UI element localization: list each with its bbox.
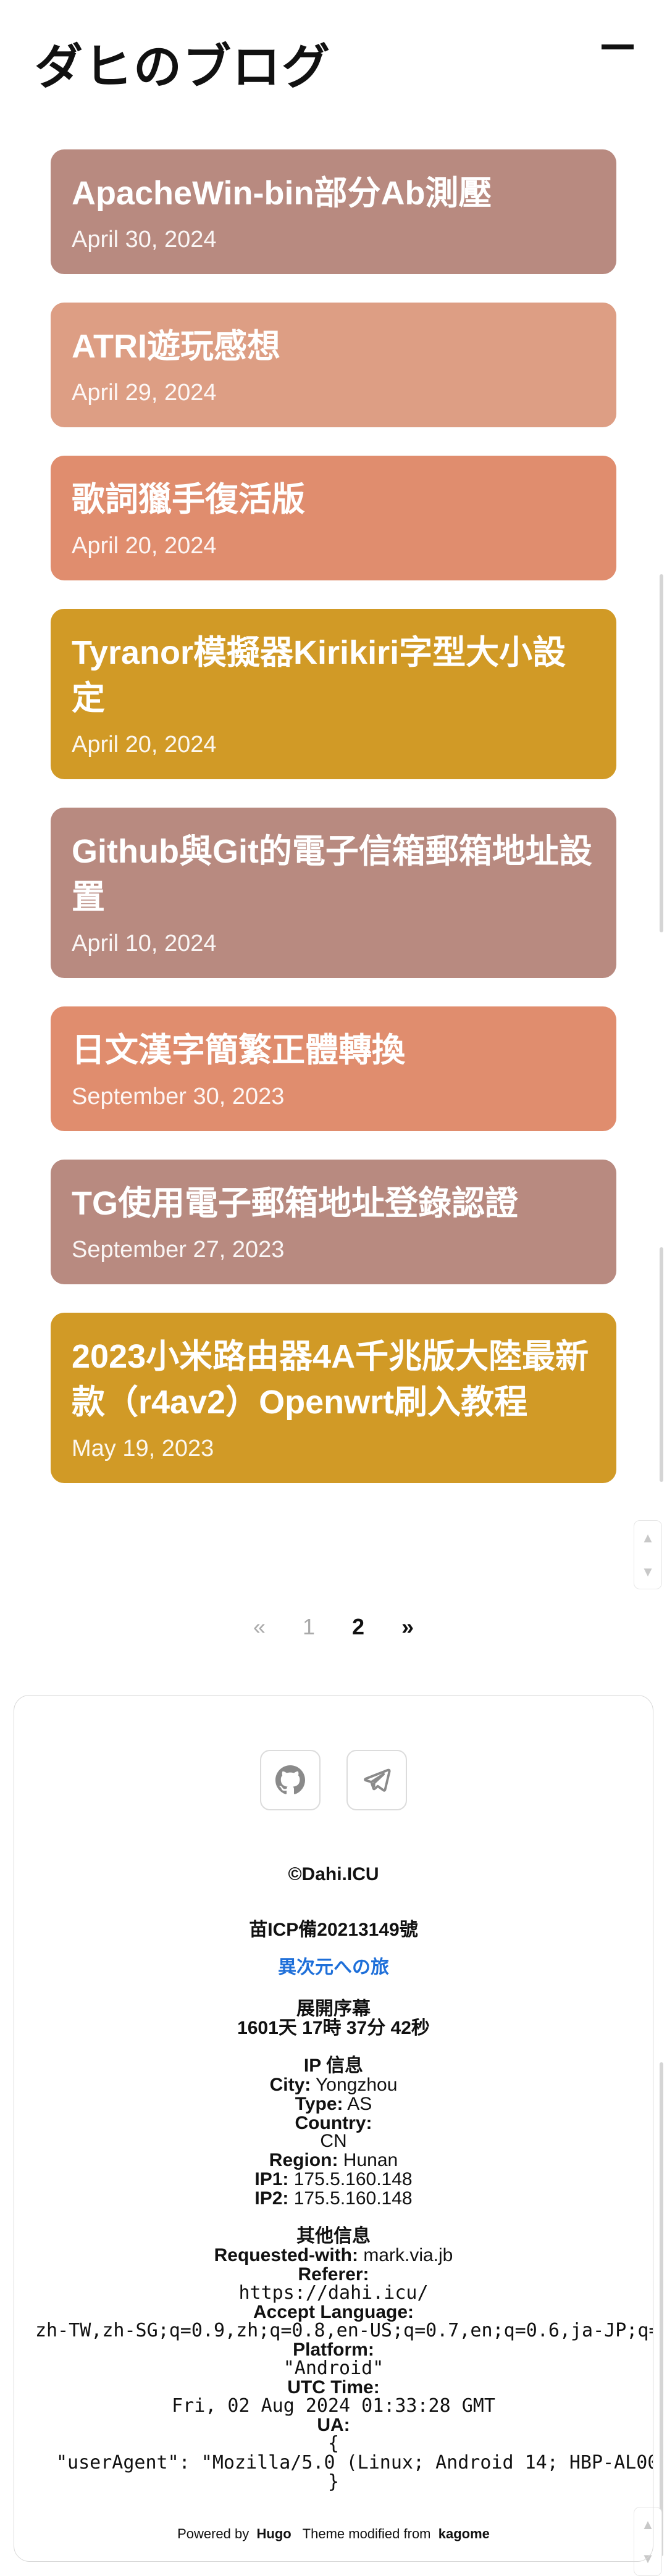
ip-heading: IP 信息 <box>303 2055 364 2076</box>
platform-value: "Android" <box>283 2357 384 2379</box>
scroll-widget[interactable]: ▲ ▼ <box>634 1520 662 1589</box>
post-title[interactable]: 2023小米路由器4A千兆版大陸最新款（r4av2）Openwrt刷入教程 <box>72 1334 595 1425</box>
post-title[interactable]: 歌詞獵手復活版 <box>72 477 595 522</box>
ip1-value: 175.5.160.148 <box>293 2169 413 2189</box>
pagination-page-1[interactable]: 1 <box>303 1614 315 1640</box>
powered-by: Powered by Hugo Theme modified from kago… <box>14 2524 653 2543</box>
post-date: September 27, 2023 <box>72 1237 285 1263</box>
hugo-link[interactable]: Hugo <box>257 2526 292 2541</box>
post-card[interactable]: Tyranor模擬器Kirikiri字型大小設定 April 20, 2024 <box>51 609 616 779</box>
post-date: April 29, 2024 <box>72 380 217 406</box>
ip2-value: 175.5.160.148 <box>293 2188 413 2209</box>
post-date: September 30, 2023 <box>72 1084 285 1110</box>
telegram-link[interactable] <box>346 1750 407 1810</box>
post-card[interactable]: 日文漢字簡繁正體轉換 September 30, 2023 <box>51 1006 616 1131</box>
post-list: ApacheWin-bin部分Ab測壓 April 30, 2024 ATRI遊玩感… <box>51 149 616 1512</box>
post-card[interactable]: 2023小米路由器4A千兆版大陸最新款（r4av2）Openwrt刷入教程 May… <box>51 1313 616 1483</box>
city-label: City: <box>269 2075 311 2095</box>
pagination: « 1 2 » <box>0 1614 667 1640</box>
pagination-next[interactable]: » <box>401 1614 414 1640</box>
utc-value: Fri, 02 Aug 2024 01:33:28 GMT <box>172 2395 495 2417</box>
telegram-icon <box>364 1768 391 1792</box>
requested-label: Requested-with: <box>214 2245 358 2265</box>
type-value: AS <box>347 2094 372 2114</box>
footer-link[interactable]: 異次元への旅 <box>14 1958 653 1977</box>
requested-value: mark.via.jb <box>363 2245 453 2265</box>
post-card[interactable]: 歌詞獵手復活版 April 20, 2024 <box>51 456 616 580</box>
post-title[interactable]: Tyranor模擬器Kirikiri字型大小設定 <box>72 630 595 721</box>
city-row: City: Yongzhou <box>14 2075 653 2094</box>
referer-value: https://dahi.icu/ <box>238 2282 429 2304</box>
ua-close-brace: } <box>327 2471 340 2493</box>
post-title[interactable]: ApacheWin-bin部分Ab測壓 <box>72 170 595 216</box>
runtime-value: 1601天 17時 37分 42秒 <box>237 2018 430 2038</box>
copyright: ©Dahi.ICU <box>288 1864 379 1884</box>
post-date: April 30, 2024 <box>72 227 217 253</box>
post-title[interactable]: ATRI遊玩感想 <box>72 324 595 369</box>
ua-label: UA: <box>317 2415 350 2435</box>
pagination-page-2[interactable]: 2 <box>352 1614 364 1640</box>
ua-open-brace: { <box>327 2433 340 2454</box>
scrollbar-thumb[interactable] <box>660 574 663 932</box>
post-title[interactable]: Github與Git的電子信箱郵箱地址設置 <box>72 829 595 920</box>
platform-label: Platform: <box>293 2340 374 2360</box>
post-card[interactable]: Github與Git的電子信箱郵箱地址設置 April 10, 2024 <box>51 808 616 978</box>
region-row: Region: Hunan <box>14 2151 653 2170</box>
pagination-prev[interactable]: « <box>253 1614 266 1640</box>
scrollbar-thumb-lower[interactable] <box>660 1247 663 1482</box>
ip1-label: IP1: <box>254 2169 289 2189</box>
post-date: April 20, 2024 <box>72 732 217 758</box>
referer-label: Referer: <box>298 2264 369 2285</box>
github-link[interactable] <box>260 1750 321 1810</box>
runtime-label: 展開序幕 <box>296 1999 371 2019</box>
post-card[interactable]: ATRI遊玩感想 April 29, 2024 <box>51 303 616 427</box>
powered-prefix: Powered by <box>177 2526 250 2541</box>
type-label: Type: <box>295 2094 343 2114</box>
post-title[interactable]: TG使用電子郵箱地址登錄認證 <box>72 1181 595 1226</box>
country-value: CN <box>320 2131 347 2151</box>
ua-value: "userAgent": "Mozilla/5.0 (Linux; Androi… <box>56 2452 653 2474</box>
other-heading: 其他信息 <box>296 2226 371 2246</box>
theme-text: Theme modified from <box>302 2526 431 2541</box>
accept-label: Accept Language: <box>253 2302 414 2322</box>
scrollbar-thumb-footer[interactable] <box>660 2062 663 2556</box>
post-date: April 20, 2024 <box>72 533 217 559</box>
post-card[interactable]: TG使用電子郵箱地址登錄認證 September 27, 2023 <box>51 1160 616 1284</box>
site-title[interactable]: ダヒのブログ <box>35 28 331 98</box>
city-value: Yongzhou <box>316 2075 398 2095</box>
type-row: Type: AS <box>14 2094 653 2114</box>
scroll-down-icon[interactable]: ▼ <box>641 1564 655 1580</box>
kagome-link[interactable]: kagome <box>438 2526 490 2541</box>
requested-row: Requested-with: mark.via.jb <box>14 2246 653 2265</box>
region-label: Region: <box>269 2150 338 2170</box>
social-links <box>14 1750 653 1810</box>
post-title[interactable]: 日文漢字簡繁正體轉換 <box>72 1027 595 1073</box>
site-footer: ©Dahi.ICU 苗ICP備20213149號 異次元への旅 展開序幕 160… <box>14 1695 653 2562</box>
scroll-up-icon[interactable]: ▲ <box>641 1530 655 1546</box>
ip2-label: IP2: <box>254 2188 289 2209</box>
ip1-row: IP1: 175.5.160.148 <box>14 2170 653 2189</box>
post-date: April 10, 2024 <box>72 930 217 956</box>
icp-record[interactable]: 苗ICP備20213149號 <box>14 1920 653 1939</box>
country-label: Country: <box>295 2113 372 2133</box>
site-header: ダヒのブログ <box>0 0 667 123</box>
hamburger-menu-icon[interactable] <box>602 44 634 49</box>
region-value: Hunan <box>343 2150 398 2170</box>
post-date: May 19, 2023 <box>72 1436 214 1462</box>
github-icon <box>275 1765 305 1794</box>
utc-label: UTC Time: <box>287 2377 380 2398</box>
accept-value: zh-TW,zh-SG;q=0.9,zh;q=0.8,en-US;q=0.7,e… <box>35 2320 653 2341</box>
ip2-row: IP2: 175.5.160.148 <box>14 2189 653 2208</box>
post-card[interactable]: ApacheWin-bin部分Ab測壓 April 30, 2024 <box>51 149 616 274</box>
